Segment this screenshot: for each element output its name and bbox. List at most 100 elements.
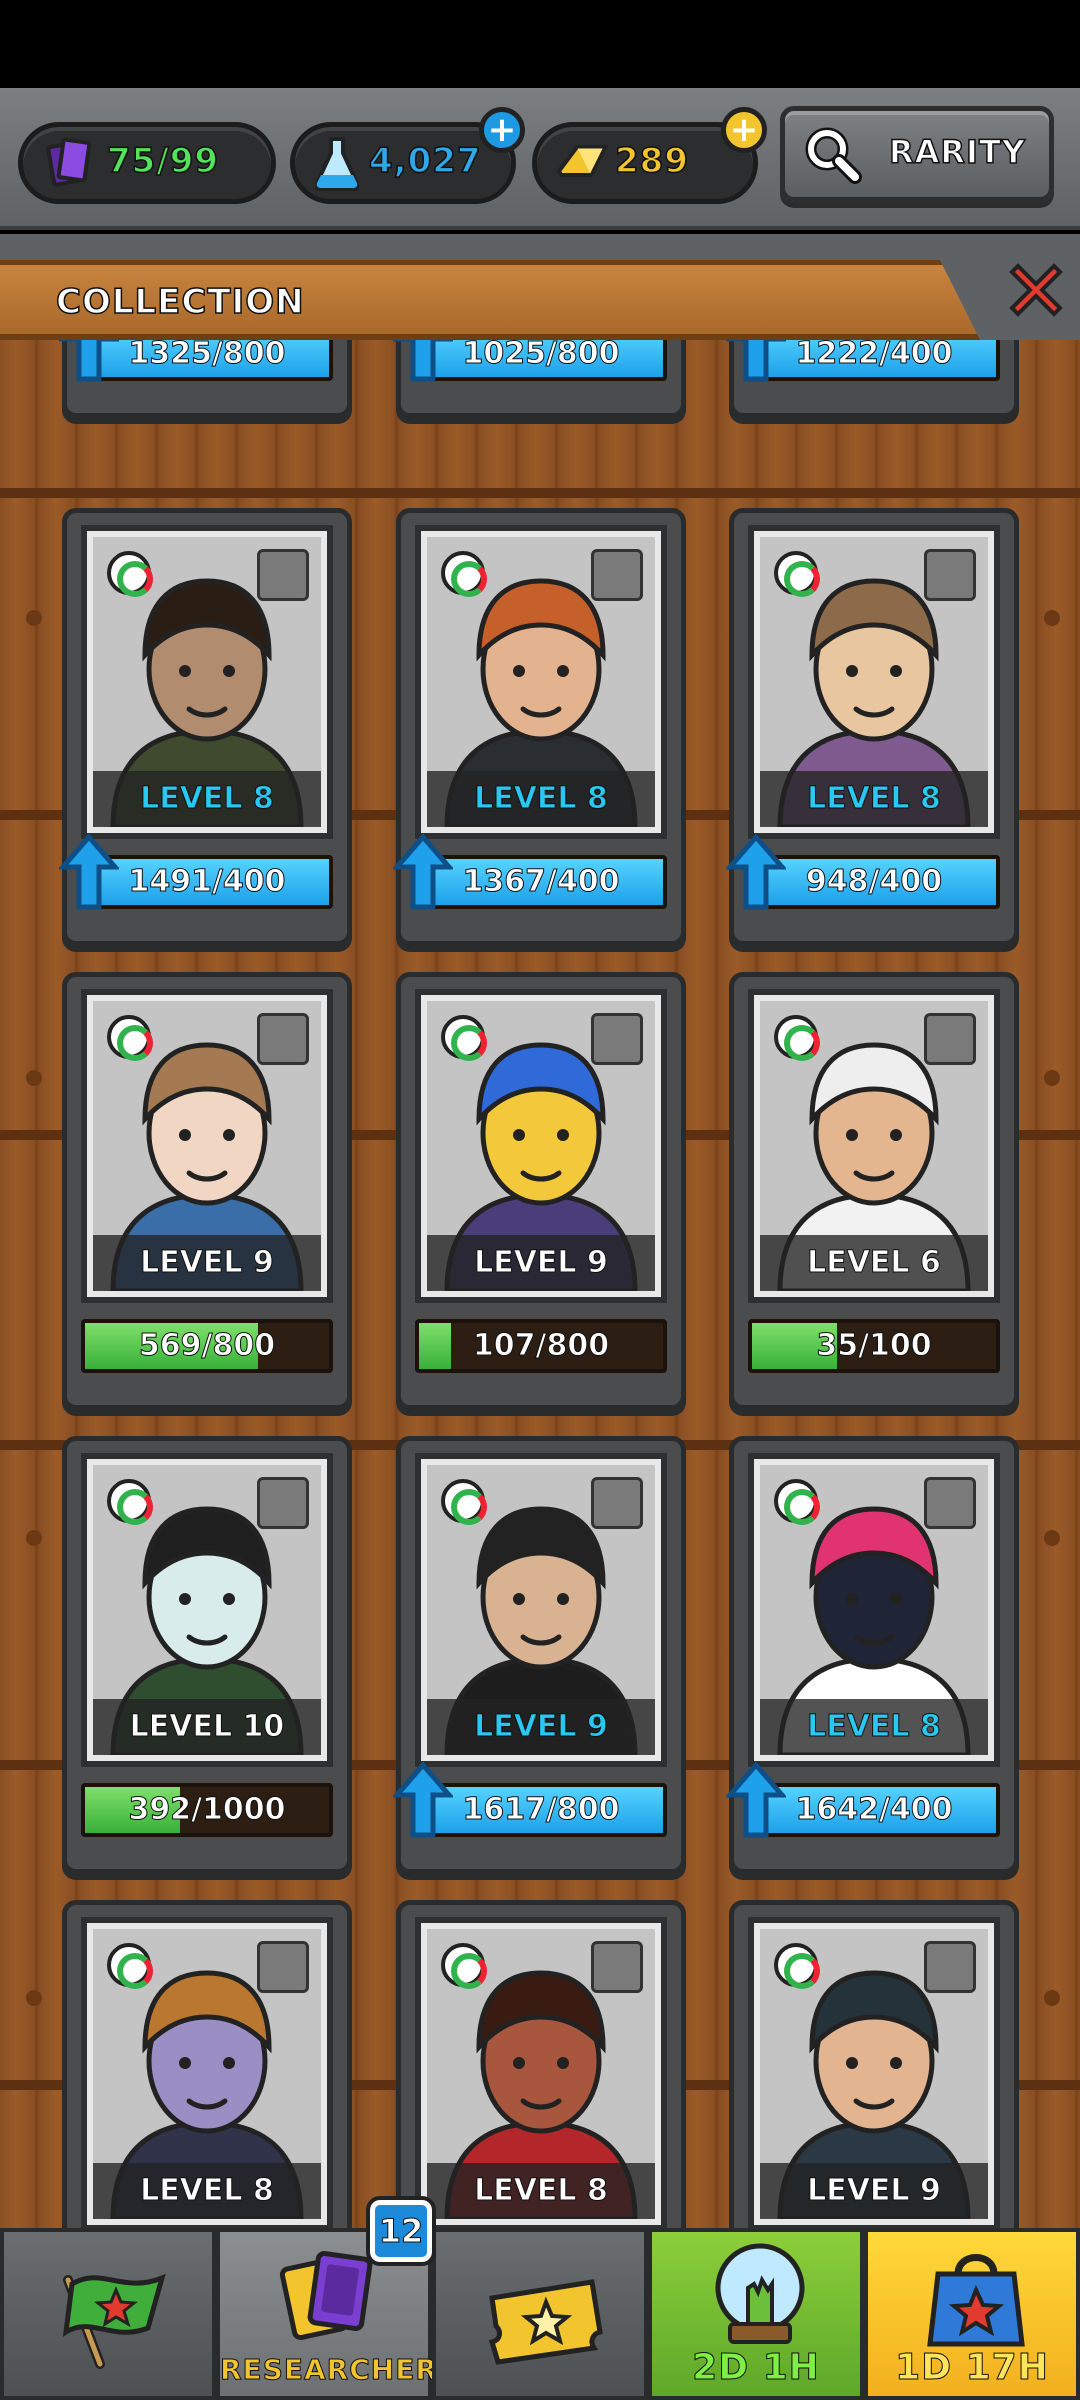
rarity-label: RARITY — [888, 132, 1026, 172]
upgrade-arrow-icon — [393, 1761, 453, 1838]
efficiency-gauge-icon — [774, 1015, 820, 1061]
efficiency-gauge-icon — [107, 1479, 153, 1525]
researcher-card-partial[interactable]: 1325/800 — [59, 340, 352, 418]
tab-expeditions[interactable] — [0, 2228, 216, 2400]
card-level: LEVEL 8 — [427, 2163, 655, 2219]
nail-decoration — [1044, 1990, 1060, 2006]
upgrade-arrow-icon — [726, 340, 786, 382]
upgrade-arrow-icon — [59, 340, 119, 382]
flag-icon — [62, 2273, 166, 2369]
tab-tickets[interactable] — [432, 2228, 648, 2400]
cards-count: 75/99 — [106, 140, 220, 182]
collection-header: COLLECTION — [0, 234, 1080, 340]
researchers-badge: 12 — [366, 2196, 436, 2266]
card-frame: LEVEL 9 — [748, 1917, 1000, 2230]
card-level: LEVEL 8 — [93, 2163, 321, 2219]
card-progress-text: 392/1000 — [128, 1792, 286, 1828]
specialty-icon — [591, 1013, 643, 1065]
researcher-card[interactable]: LEVEL 9 — [729, 1900, 1019, 2230]
collection-title: COLLECTION — [55, 281, 305, 323]
researcher-card-partial[interactable]: 1025/800 — [393, 340, 686, 418]
gold-counter: 289 + — [532, 107, 767, 204]
card-level: LEVEL 8 — [93, 771, 321, 827]
researcher-card[interactable]: LEVEL 8 1367/400 — [393, 508, 686, 946]
cards-icon — [45, 137, 92, 188]
researcher-card[interactable]: LEVEL 8 1491/400 — [59, 508, 352, 946]
upgrade-arrow-icon — [726, 833, 786, 910]
researcher-card-partial[interactable]: 1222/400 — [726, 340, 1019, 418]
card-progress-text: 1025/800 — [462, 340, 620, 372]
researcher-card[interactable]: LEVEL 9 1617/800 — [393, 1436, 686, 1874]
card-frame: LEVEL 8 — [81, 525, 333, 839]
researcher-card[interactable]: LEVEL 9 107/800 — [396, 972, 686, 1410]
gold-bar-icon — [556, 145, 609, 177]
efficiency-gauge-icon — [441, 1943, 487, 1989]
card-progress-bar: 392/1000 — [81, 1783, 333, 1837]
card-level: LEVEL 6 — [760, 1235, 988, 1291]
upgrade-arrow-icon — [393, 833, 453, 910]
status-bar — [0, 0, 1080, 88]
card-frame: LEVEL 8 — [748, 1453, 1000, 1767]
efficiency-gauge-icon — [774, 1479, 820, 1525]
card-frame: LEVEL 10 — [81, 1453, 333, 1767]
nail-decoration — [26, 1530, 42, 1546]
researcher-card[interactable]: LEVEL 6 35/100 — [729, 972, 1019, 1410]
specialty-icon — [591, 549, 643, 601]
portrait-area: LEVEL 8 — [93, 1929, 321, 2219]
card-level: LEVEL 8 — [427, 771, 655, 827]
card-progress-text: 1367/400 — [462, 864, 620, 900]
specialty-icon — [257, 1477, 309, 1529]
card-frame: LEVEL 8 — [81, 1917, 333, 2230]
specialty-icon — [924, 549, 976, 601]
card-level: LEVEL 8 — [760, 1699, 988, 1755]
researcher-card[interactable]: LEVEL 8 — [62, 1900, 352, 2230]
portrait-area: LEVEL 9 — [427, 1001, 655, 1291]
ticket-icon — [488, 2279, 603, 2365]
card-progress-text: 1642/400 — [795, 1792, 953, 1828]
flask-icon — [315, 137, 359, 191]
specialty-icon — [591, 1477, 643, 1529]
card-progress-text: 1491/400 — [128, 864, 286, 900]
card-frame: LEVEL 6 — [748, 989, 1000, 1303]
card-frame: LEVEL 9 — [81, 989, 333, 1303]
efficiency-gauge-icon — [774, 551, 820, 597]
tab-shop-timer[interactable]: 1D 17H — [864, 2228, 1080, 2400]
nail-decoration — [1044, 1070, 1060, 1086]
portrait-area: LEVEL 9 — [760, 1929, 988, 2219]
researchers-label: RESEARCHERS — [220, 2353, 460, 2387]
search-icon — [805, 127, 862, 184]
card-frame: LEVEL 8 — [415, 525, 667, 839]
bottom-nav: RESEARCHERS 2D 1H 1D 17H — [0, 2228, 1080, 2400]
add-gold-button[interactable]: + — [721, 107, 767, 153]
researcher-card[interactable]: LEVEL 8 948/400 — [726, 508, 1019, 946]
card-progress-bar: 35/100 — [748, 1319, 1000, 1373]
close-icon[interactable] — [1000, 254, 1072, 326]
cards-counter: 75/99 — [18, 122, 276, 204]
snowglobe-zombie-icon — [715, 2243, 805, 2344]
researcher-card[interactable]: LEVEL 8 — [396, 1900, 686, 2230]
portrait-area: LEVEL 8 — [427, 537, 655, 827]
portrait-area: LEVEL 8 — [760, 537, 988, 827]
efficiency-gauge-icon — [107, 1943, 153, 1989]
nail-decoration — [26, 1990, 42, 2006]
card-progress-text: 948/400 — [805, 864, 943, 900]
specialty-icon — [257, 549, 309, 601]
card-progress-text: 107/800 — [472, 1328, 610, 1364]
researcher-card[interactable]: LEVEL 9 569/800 — [62, 972, 352, 1410]
shopping-bag-icon — [927, 2254, 1025, 2347]
add-flasks-button[interactable]: + — [479, 107, 525, 153]
card-level: LEVEL 8 — [760, 771, 988, 827]
researcher-card[interactable]: LEVEL 10 392/1000 — [62, 1436, 352, 1874]
portrait-area: LEVEL 9 — [427, 1465, 655, 1755]
specialty-icon — [924, 1941, 976, 1993]
card-progress-text: 569/800 — [138, 1328, 276, 1364]
researcher-card[interactable]: LEVEL 8 1642/400 — [726, 1436, 1019, 1874]
collection-grid: 1325/800 1025/800 1222/400 LEVEL 8 1491/400 L… — [0, 340, 1080, 2230]
portrait-area: LEVEL 9 — [93, 1001, 321, 1291]
card-frame: LEVEL 8 — [415, 1917, 667, 2230]
card-frame: LEVEL 9 — [415, 989, 667, 1303]
tab-zombie-timer[interactable]: 2D 1H — [648, 2228, 864, 2400]
rarity-sort-button[interactable]: RARITY — [780, 106, 1054, 202]
card-level: LEVEL 9 — [93, 1235, 321, 1291]
card-progress-text: 35/100 — [816, 1328, 932, 1364]
